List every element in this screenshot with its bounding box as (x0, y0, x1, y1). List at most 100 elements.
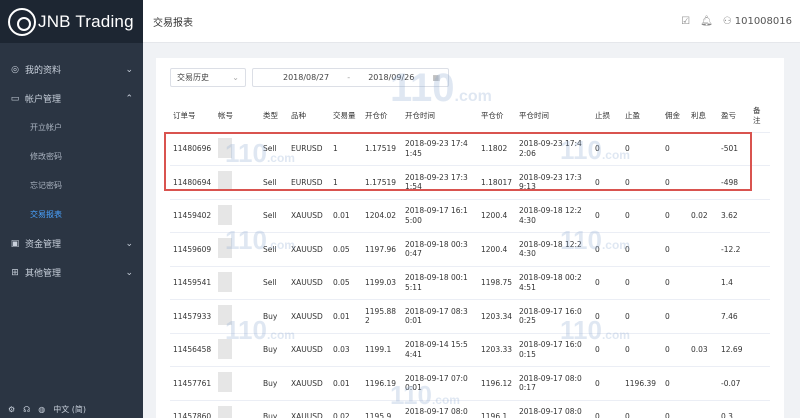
table-cell: 0 (662, 400, 688, 418)
column-header: 佣金 (662, 100, 688, 133)
table-cell: 1200.4 (478, 232, 516, 267)
top-header: 交易报表 ☑ 🔔︎ ⚇ 101008016 (143, 0, 800, 43)
table-cell (215, 333, 260, 367)
bell-icon[interactable]: 🔔︎ (700, 16, 713, 27)
sidebar-item-account[interactable]: ▭ 帐户管理 ⌃ (0, 84, 143, 113)
checklist-icon[interactable]: ☑ (681, 16, 690, 27)
table-cell: 1203.33 (478, 333, 516, 367)
table-cell: 1204.02 (362, 199, 402, 233)
redacted-account (218, 305, 232, 325)
table-cell: 1 (330, 165, 362, 200)
redacted-account (218, 137, 232, 158)
table-cell: 2018-09-18 12:24:30 (516, 199, 592, 233)
table-cell: 1.1802 (478, 132, 516, 166)
table-cell: 11459609 (170, 232, 215, 267)
table-cell (688, 400, 718, 418)
table-cell: 0 (592, 199, 622, 233)
table-cell: 0 (592, 400, 622, 418)
column-header: 止损 (592, 100, 622, 133)
table-cell: Sell (260, 165, 288, 200)
sidebar-subitem-change-password[interactable]: 修改密码 (0, 142, 143, 171)
sidebar-item-profile[interactable]: ◎ 我的资料 ⌄ (0, 55, 143, 84)
table-cell: 0 (622, 199, 662, 233)
language-select[interactable]: 中文 (简) (53, 404, 86, 415)
sidebar-subitem-forgot-password[interactable]: 忘记密码 (0, 171, 143, 200)
sidebar-item-label: 帐户管理 (25, 95, 62, 105)
user-id[interactable]: 101008016 (735, 16, 792, 27)
filter-bar: 交易历史 ⌄ 2018/08/27 - 2018/09/26 ▦ (170, 68, 449, 87)
table-cell (750, 366, 770, 401)
table-cell: -12.2 (718, 232, 750, 267)
table-cell: 0.05 (330, 232, 362, 267)
table-cell: 0.01 (330, 366, 362, 401)
column-header: 类型 (260, 100, 288, 133)
table-cell: 11457860 (170, 400, 215, 418)
date-separator: - (347, 73, 351, 82)
account-icon: ▭ (10, 93, 20, 104)
logo[interactable]: JNB Trading (0, 0, 143, 43)
table-cell: 11459541 (170, 266, 215, 300)
table-cell: 0 (592, 366, 622, 401)
table-row: 11459402 Sell XAUUSD 0.01 1204.02 2018-09-17 … (170, 199, 770, 233)
sidebar-subitem-trade-report[interactable]: 交易报表 (0, 200, 143, 229)
redacted-account (218, 238, 232, 258)
user-circle-icon: ◎ (11, 64, 19, 75)
table-cell: XAUUSD (288, 299, 330, 334)
table-cell: 2018-09-17 16:15:00 (402, 199, 478, 233)
table-cell: 12.69 (718, 333, 750, 367)
table-cell: 2018-09-18 00:15:11 (402, 266, 478, 300)
globe-icon[interactable]: ◍ (38, 405, 45, 414)
table-cell: 1197.96 (362, 232, 402, 267)
table-header-row: 订单号 帐号 类型 品种 交易量 开仓价 开仓时间 平仓价 平仓时间 止损 止盈 佣金 利息 盈亏 备注 (170, 100, 770, 133)
column-header: 利息 (688, 100, 718, 133)
table-cell: 2018-09-18 12:24:30 (516, 232, 592, 267)
table-cell: XAUUSD (288, 400, 330, 418)
table-cell: 7.46 (718, 299, 750, 334)
sidebar-item-funds[interactable]: ▣ 资金管理 ⌄ (0, 229, 143, 258)
table-cell: 1.4 (718, 266, 750, 300)
table-cell (750, 199, 770, 233)
column-header: 订单号 (170, 100, 215, 133)
table-cell: 0 (622, 299, 662, 334)
table-row: 11457933 Buy XAUUSD 0.01 1195.882 2018-09-17 … (170, 299, 770, 334)
redacted-account (218, 372, 232, 392)
table-cell: Buy (260, 299, 288, 334)
table-body: 11480696 Sell EURUSD 1 1.17519 2018-09-23 17:… (170, 132, 770, 418)
date-range-picker[interactable]: 2018/08/27 - 2018/09/26 ▦ (252, 68, 449, 87)
sidebar-item-other[interactable]: ⊞ 其他管理 ⌄ (0, 258, 143, 287)
column-header: 止盈 (622, 100, 662, 133)
logo-text: JNB Trading (38, 11, 134, 31)
settings-icon[interactable]: ⚙ (8, 405, 15, 414)
table-cell (688, 232, 718, 267)
table-cell (750, 266, 770, 300)
history-type-value: 交易历史 (177, 73, 209, 82)
table-cell: 1195.882 (362, 299, 402, 334)
table-cell (215, 132, 260, 166)
table-cell: Buy (260, 400, 288, 418)
table-cell: 2018-09-18 00:24:51 (516, 266, 592, 300)
table-cell: 0 (662, 199, 688, 233)
table-row: 11459541 Sell XAUUSD 0.05 1199.03 2018-09-18 … (170, 266, 770, 300)
table-cell: EURUSD (288, 165, 330, 200)
sidebar-item-label: 其他管理 (25, 269, 62, 279)
column-header: 平仓价 (478, 100, 516, 133)
table-cell: 1199.1 (362, 333, 402, 367)
redacted-account (218, 405, 232, 418)
chevron-up-icon: ⌃ (125, 93, 133, 104)
table-cell: 0 (662, 299, 688, 334)
table-cell: 11456458 (170, 333, 215, 367)
sidebar-subitem-open-account[interactable]: 开立帐户 (0, 113, 143, 142)
table-cell: 0 (662, 366, 688, 401)
calendar-icon: ▦ (432, 73, 440, 82)
table-cell (750, 232, 770, 267)
history-type-select[interactable]: 交易历史 ⌄ (170, 68, 246, 87)
wallet-icon: ▣ (10, 238, 20, 249)
headset-icon[interactable]: ☊ (23, 405, 30, 414)
table-cell: 1196.39 (622, 366, 662, 401)
table-cell: 2018-09-17 16:00:15 (516, 333, 592, 367)
table-cell: 2018-09-23 17:31:54 (402, 165, 478, 200)
table-cell: 1198.75 (478, 266, 516, 300)
table-cell: 2018-09-23 17:42:06 (516, 132, 592, 166)
user-icon[interactable]: ⚇ (723, 16, 732, 27)
table-cell (215, 366, 260, 401)
